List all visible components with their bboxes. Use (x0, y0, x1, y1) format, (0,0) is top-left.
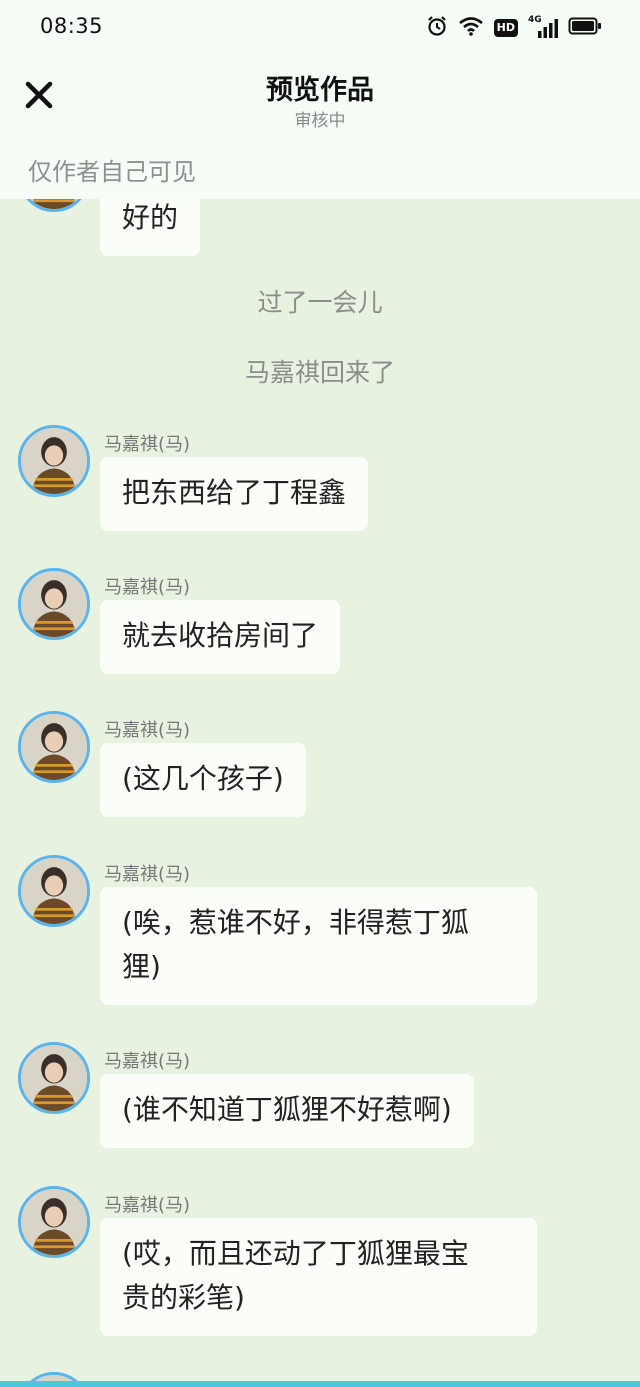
top-app-bar: 预览作品 审核中 仅作者自己可见 (0, 56, 640, 199)
sender-name: 马嘉祺(马) (104, 577, 191, 598)
message-text: (谁不知道丁狐狸不好惹啊) (122, 1093, 452, 1126)
message-bubble[interactable]: (唉，惹谁不好，非得惹丁狐 狸) (100, 887, 537, 1005)
sender-name: 马嘉祺(马) (104, 1195, 191, 1216)
narration-text: 过了一会儿 (257, 288, 383, 317)
avatar[interactable] (18, 425, 90, 497)
avatar-image (21, 858, 87, 924)
visibility-note: 仅作者自己可见 (28, 158, 196, 186)
avatar-image (21, 1189, 87, 1255)
avatar[interactable] (18, 711, 90, 783)
message-text-line: 贵的彩笔) (122, 1281, 245, 1314)
message-text: (这几个孩子) (122, 762, 284, 795)
sender-name: 马嘉祺(马) (104, 864, 191, 885)
avatar-image (21, 714, 87, 780)
message-bubble[interactable]: (这几个孩子) (100, 743, 306, 817)
battery-icon (568, 16, 602, 40)
avatar[interactable] (18, 568, 90, 640)
message-text-line: 狸) (122, 950, 161, 983)
avatar[interactable] (18, 1186, 90, 1258)
chat-list[interactable]: 好的 过了一会儿 马嘉祺回来了 马嘉祺(马) 把东西给了丁程鑫 马嘉祺(马) 就… (0, 0, 640, 1387)
status-bar: 08:35 HD 4G (0, 0, 640, 56)
sender-name: 马嘉祺(马) (104, 434, 191, 455)
avatar[interactable] (18, 1042, 90, 1114)
sender-name: 马嘉祺(马) (104, 720, 191, 741)
wifi-icon (458, 15, 484, 41)
avatar-image (21, 428, 87, 494)
sender-name: 马嘉祺(马) (104, 1051, 191, 1072)
page-title: 预览作品 (266, 75, 374, 106)
status-time: 08:35 (40, 14, 104, 38)
message-text: 就去收拾房间了 (122, 619, 319, 652)
status-icons: HD 4G (426, 15, 602, 41)
avatar-image (21, 571, 87, 637)
message-text: 好的 (122, 201, 179, 234)
message-text: 把东西给了丁程鑫 (122, 476, 347, 509)
app-screen: 好的 过了一会儿 马嘉祺回来了 马嘉祺(马) 把东西给了丁程鑫 马嘉祺(马) 就… (0, 0, 640, 1387)
message-bubble[interactable]: 把东西给了丁程鑫 (100, 457, 369, 531)
message-text-line: (唉，惹谁不好，非得惹丁狐 (122, 906, 469, 939)
narration-text: 马嘉祺回来了 (244, 358, 395, 387)
avatar[interactable] (18, 855, 90, 927)
message-bubble[interactable]: 就去收拾房间了 (100, 600, 341, 674)
message-bubble[interactable]: (谁不知道丁狐狸不好惹啊) (100, 1074, 474, 1148)
bottom-accent-bar (0, 1381, 640, 1387)
alarm-icon (426, 15, 448, 41)
cellular-signal-icon: 4G (528, 15, 558, 39)
avatar-image (21, 1045, 87, 1111)
hd-badge: HD (493, 19, 518, 37)
review-status: 审核中 (294, 111, 346, 131)
message-bubble[interactable]: (哎，而且还动了丁狐狸最宝 贵的彩笔) (100, 1218, 537, 1336)
message-text-line: (哎，而且还动了丁狐狸最宝 (122, 1237, 469, 1270)
